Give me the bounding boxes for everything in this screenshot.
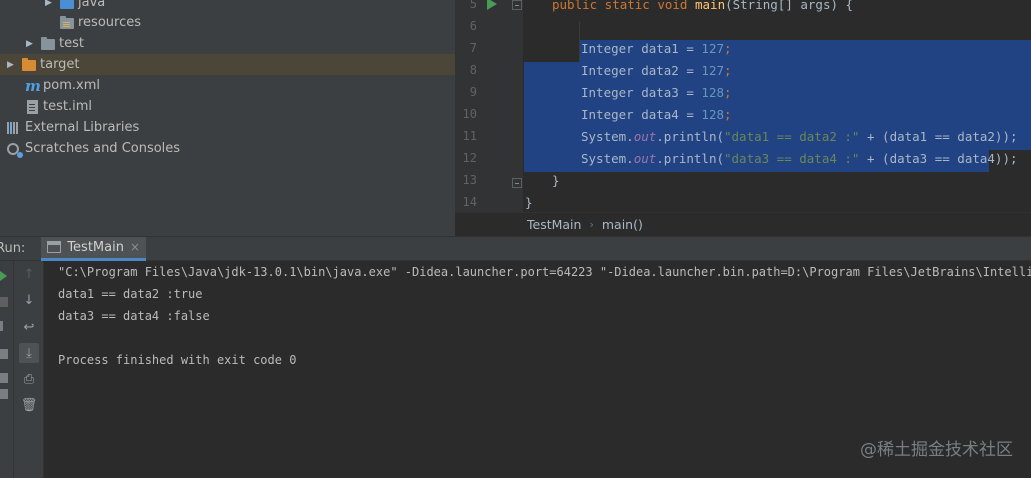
breadcrumb: TestMain › main() — [455, 212, 1031, 236]
resources-folder-icon — [59, 15, 75, 31]
breadcrumb-class[interactable]: TestMain — [527, 217, 581, 232]
line-number: 8 — [469, 63, 477, 77]
expand-arrow-icon[interactable]: ▶ — [25, 33, 34, 54]
run-gutter-icon[interactable] — [487, 0, 497, 10]
run-side-toolbar — [0, 261, 14, 478]
code-line[interactable]: 13 } — [455, 172, 1031, 194]
code-editor[interactable]: 5 public static void main(String[] args)… — [455, 0, 1031, 236]
code-text: System.out.println("data3 == data4 :" + … — [581, 151, 1018, 166]
tree-item-pom[interactable]: m pom.xml — [0, 75, 455, 96]
console-line: Process finished with exit code 0 — [58, 353, 297, 367]
code-line[interactable]: 9 Integer data3 = 128; — [455, 84, 1031, 106]
code-text: Integer data1 = 127; — [581, 41, 732, 56]
code-line[interactable]: 12 System.out.println("data3 == data4 :"… — [455, 150, 1031, 172]
console-tab-icon — [47, 241, 62, 253]
trash-icon[interactable]: 🗑 — [19, 395, 39, 415]
tree-item-label: Scratches and Consoles — [25, 141, 181, 156]
libraries-icon — [6, 120, 22, 136]
soft-wrap-icon[interactable]: ↩ — [19, 317, 39, 337]
iml-file-icon — [24, 99, 40, 115]
code-text: System.out.println("data1 == data2 :" + … — [581, 129, 1018, 144]
line-number: 11 — [462, 129, 477, 143]
code-text: public static void main(String[] args) { — [552, 0, 854, 12]
line-number: 6 — [469, 19, 477, 33]
arrow-up-icon[interactable]: ↑ — [19, 264, 39, 284]
code-text: Integer data3 = 128; — [581, 85, 732, 100]
code-text: } — [525, 195, 533, 210]
code-line[interactable]: 8 Integer data2 = 127; — [455, 62, 1031, 84]
code-line[interactable]: 5 public static void main(String[] args)… — [455, 0, 1031, 18]
tree-item-external-libraries[interactable]: External Libraries — [0, 117, 455, 138]
line-number: 14 — [462, 195, 477, 209]
pause-icon[interactable] — [0, 321, 3, 331]
pin-icon[interactable] — [0, 389, 8, 399]
scratches-icon — [6, 141, 23, 158]
folder-blue-icon — [59, 0, 75, 11]
tree-item-target[interactable]: ▶ target — [0, 54, 455, 75]
chevron-right-icon: › — [589, 218, 594, 231]
code-line[interactable]: 10 Integer data4 = 128; — [455, 106, 1031, 128]
expand-arrow-icon[interactable]: ▶ — [6, 54, 15, 75]
tree-item-test-iml[interactable]: test.iml — [0, 96, 455, 117]
close-icon[interactable]: × — [130, 240, 140, 254]
maven-icon: m — [25, 76, 41, 95]
breadcrumb-method[interactable]: main() — [602, 217, 643, 232]
console-toolbar: ↑ ↓ ↩ ⤓ ⎙ 🗑 — [14, 261, 44, 478]
code-line[interactable]: 11 System.out.println("data1 == data2 :"… — [455, 128, 1031, 150]
console-line: "C:\Program Files\Java\jdk-13.0.1\bin\ja… — [58, 265, 1031, 279]
folder-icon — [40, 36, 56, 52]
tab-label: TestMain — [67, 239, 124, 255]
tree-item-label: target — [40, 57, 80, 72]
fold-icon[interactable] — [512, 0, 522, 10]
folder-orange-icon — [21, 57, 37, 73]
tree-item-label: External Libraries — [25, 120, 140, 135]
tree-item-label: test.iml — [43, 99, 92, 114]
line-number: 9 — [469, 85, 477, 99]
tab-testmain[interactable]: TestMain × — [41, 236, 147, 261]
code-text: Integer data4 = 128; — [581, 107, 732, 122]
layout-icon[interactable] — [0, 349, 8, 359]
stop-icon[interactable] — [0, 297, 8, 307]
tree-item-resources[interactable]: resources — [0, 12, 455, 33]
run-panel-header: Run: TestMain × — [0, 236, 1031, 261]
scroll-to-end-icon[interactable]: ⤓ — [19, 343, 39, 363]
tree-item-label: test — [59, 36, 84, 51]
tree-item-label: java — [78, 0, 106, 10]
line-number: 7 — [469, 41, 477, 55]
tree-item-label: resources — [78, 15, 142, 30]
run-panel-title: Run: — [0, 241, 26, 256]
tree-item-scratches[interactable]: Scratches and Consoles — [0, 138, 455, 159]
print-icon[interactable]: ⎙ — [19, 369, 39, 389]
dump-threads-icon[interactable] — [0, 373, 8, 383]
code-line[interactable]: 6 — [455, 18, 1031, 40]
project-tree-panel: ▶ java resources ▶ test ▶ target m pom.x… — [0, 0, 455, 236]
arrow-down-icon[interactable]: ↓ — [19, 290, 39, 310]
tree-item-test[interactable]: ▶ test — [0, 33, 455, 54]
line-number: 5 — [469, 0, 477, 11]
watermark: @稀土掘金技术社区 — [860, 440, 1013, 460]
code-line[interactable]: 7 Integer data1 = 127; — [455, 40, 1031, 62]
line-number: 10 — [462, 107, 477, 121]
rerun-icon[interactable] — [0, 271, 7, 281]
code-text: } — [552, 173, 560, 188]
tree-item-label: pom.xml — [43, 78, 100, 93]
line-number: 12 — [462, 151, 477, 165]
line-number: 13 — [462, 173, 477, 187]
console-line: data3 == data4 :false — [58, 309, 210, 323]
fold-icon[interactable] — [512, 178, 522, 188]
code-text: Integer data2 = 127; — [581, 63, 732, 78]
console-line: data1 == data2 :true — [58, 287, 203, 301]
